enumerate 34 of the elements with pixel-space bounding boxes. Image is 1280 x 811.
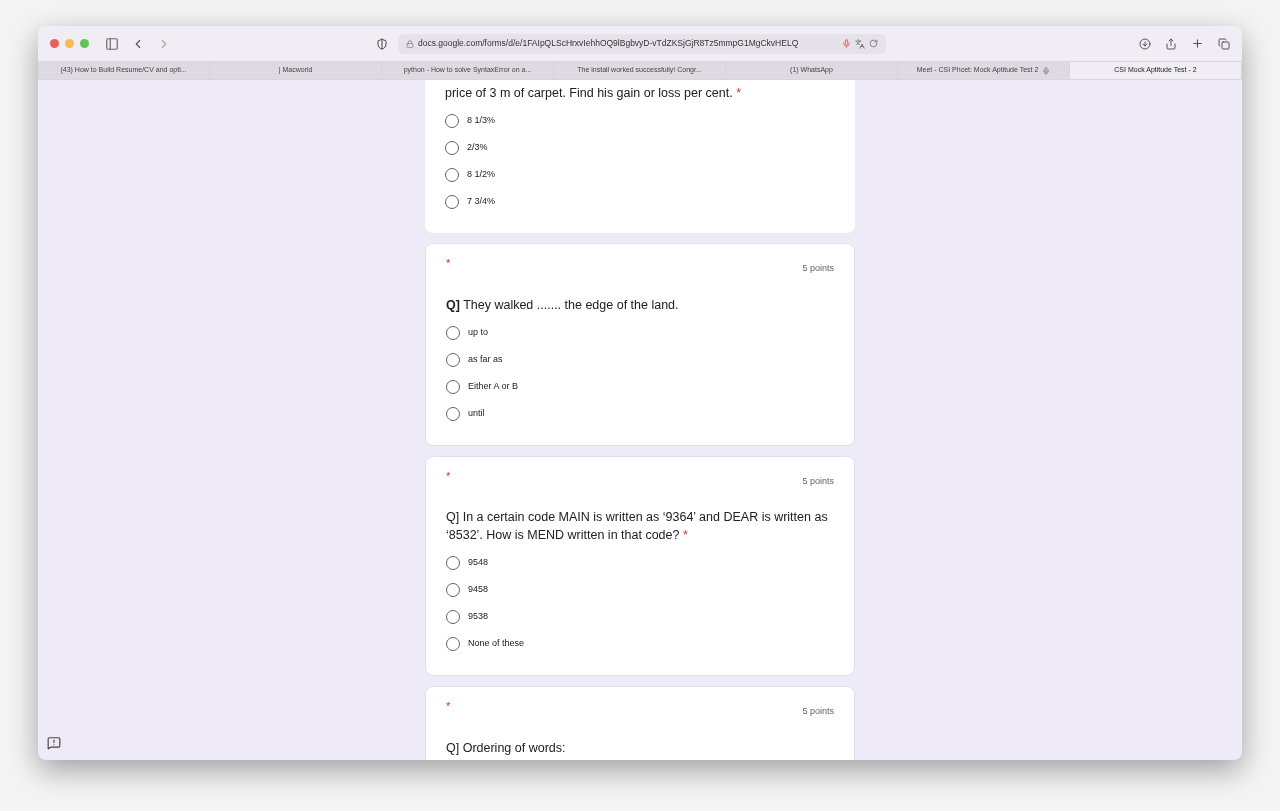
lock-icon [406,39,414,48]
radio-option[interactable]: 9538 [446,610,834,624]
points-label: 5 points [802,262,834,275]
required-mark: * [446,470,451,482]
points-label: 5 points [802,705,834,718]
reload-icon[interactable] [869,39,878,48]
radio-option[interactable]: 2/3% [445,141,835,155]
radio-option[interactable]: 9458 [446,583,834,597]
radio-option[interactable]: 9548 [446,556,834,570]
required-mark: * [446,258,451,269]
translate-icon[interactable] [855,38,865,49]
radio-option[interactable]: Either A or B [446,379,834,394]
radio-option[interactable]: None of these [446,637,834,651]
radio-option[interactable]: until [446,406,834,421]
download-icon[interactable] [1139,37,1151,50]
question-text: Q] In a certain code MAIN is written as ‘9364’ and DEAR is written as ‘8532’. How is MEND written in that code? * [446,509,829,544]
sidebar-icon[interactable] [105,36,119,51]
question-text: Q] Ordering of words: [446,739,567,757]
tab-overview-icon[interactable] [1218,37,1230,50]
close-button[interactable] [50,39,59,48]
radio-option[interactable]: 7 3/4% [445,195,835,209]
required-mark: * [446,701,451,712]
shield-icon[interactable] [376,37,388,50]
new-tab-icon[interactable] [1191,37,1204,50]
question-text: Q] They walked ....... the edge of the land. [446,296,680,314]
feedback-icon[interactable] [47,736,61,750]
radio-option[interactable]: up to [446,325,834,340]
radio-option[interactable]: 8 1/2% [445,168,835,182]
points-label: 5 points [802,474,834,488]
question-text: price of 3 m of carpet. Find his gain or loss per cent. * [445,85,742,102]
radio-option[interactable]: 8 1/3% [445,114,835,128]
radio-option[interactable]: as far as [446,352,834,367]
share-icon[interactable] [1165,37,1177,50]
address-field[interactable]: docs.google.com/forms/d/e/1FAIpQLScHrxvIehhOQ9lBgbvyD-vTdZKSjGjR8Tz5mmpG1MgCkvHELQ [398,33,886,54]
